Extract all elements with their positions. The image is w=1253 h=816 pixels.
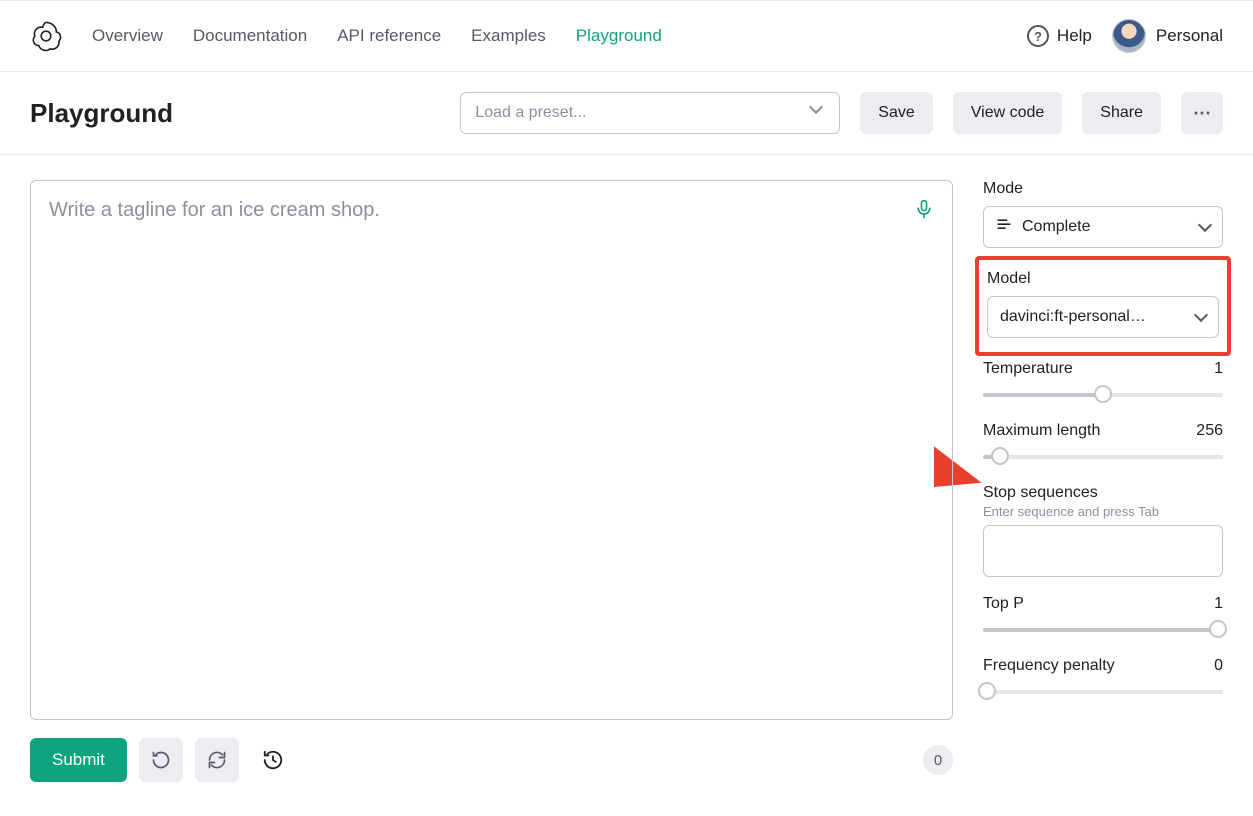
help-link[interactable]: ? Help	[1027, 25, 1092, 47]
chevron-down-icon	[1200, 224, 1210, 230]
more-icon: ⋯	[1193, 103, 1211, 124]
temperature-label: Temperature	[983, 360, 1073, 378]
topp-value: 1	[1214, 595, 1223, 613]
mode-label: Mode	[983, 180, 1223, 198]
microphone-icon[interactable]	[914, 199, 934, 219]
nav-api-reference[interactable]: API reference	[337, 26, 441, 46]
stop-hint: Enter sequence and press Tab	[983, 504, 1223, 519]
maxlen-label: Maximum length	[983, 422, 1100, 440]
stop-input[interactable]	[983, 525, 1223, 577]
more-button[interactable]: ⋯	[1181, 92, 1223, 134]
help-label: Help	[1057, 26, 1092, 46]
preset-placeholder: Load a preset...	[475, 104, 586, 122]
undo-button[interactable]	[139, 738, 183, 782]
freq-label: Frequency penalty	[983, 657, 1115, 675]
model-highlight-box: Model davinci:ft-personal…	[975, 256, 1231, 356]
history-button[interactable]	[251, 738, 295, 782]
openai-logo[interactable]	[30, 20, 62, 52]
mode-icon	[996, 217, 1012, 238]
editor-actions: Submit 0	[30, 738, 953, 782]
history-icon	[262, 749, 284, 771]
nav-overview[interactable]: Overview	[92, 26, 163, 46]
view-code-button[interactable]: View code	[953, 92, 1063, 134]
settings-sidebar: Mode Complete Model davinci:ft-personal……	[983, 180, 1223, 701]
model-label: Model	[987, 270, 1219, 288]
temperature-value: 1	[1214, 360, 1223, 378]
maxlen-value: 256	[1196, 422, 1223, 440]
topp-slider[interactable]	[983, 619, 1223, 639]
preset-select[interactable]: Load a preset...	[460, 92, 840, 134]
model-select[interactable]: davinci:ft-personal…	[987, 296, 1219, 338]
help-icon: ?	[1027, 25, 1049, 47]
chevron-down-icon	[811, 106, 825, 120]
share-button[interactable]: Share	[1082, 92, 1161, 134]
refresh-icon	[207, 750, 227, 770]
mode-value: Complete	[1022, 218, 1090, 236]
nav-documentation[interactable]: Documentation	[193, 26, 307, 46]
nav-playground[interactable]: Playground	[576, 26, 662, 46]
topp-label: Top P	[983, 595, 1024, 613]
stop-label: Stop sequences	[983, 484, 1223, 502]
avatar	[1112, 19, 1146, 53]
account-menu[interactable]: Personal	[1112, 19, 1223, 53]
chevron-down-icon	[1196, 314, 1206, 320]
prompt-textarea[interactable]	[49, 199, 934, 701]
maxlen-slider[interactable]	[983, 446, 1223, 466]
page-title: Playground	[30, 98, 173, 129]
save-button[interactable]: Save	[860, 92, 932, 134]
top-nav: Overview Documentation API reference Exa…	[0, 0, 1253, 72]
nav-examples[interactable]: Examples	[471, 26, 546, 46]
prompt-editor[interactable]	[30, 180, 953, 720]
freq-value: 0	[1214, 657, 1223, 675]
primary-nav: Overview Documentation API reference Exa…	[92, 26, 662, 46]
main-area: Submit 0 Mode	[0, 155, 1253, 812]
model-value: davinci:ft-personal…	[1000, 308, 1146, 326]
temperature-slider[interactable]	[983, 384, 1223, 404]
page-header: Playground Load a preset... Save View co…	[0, 72, 1253, 155]
undo-icon	[151, 750, 171, 770]
regenerate-button[interactable]	[195, 738, 239, 782]
freq-slider[interactable]	[983, 681, 1223, 701]
submit-button[interactable]: Submit	[30, 738, 127, 782]
mode-select[interactable]: Complete	[983, 206, 1223, 248]
token-count: 0	[923, 745, 953, 775]
account-label: Personal	[1156, 26, 1223, 46]
